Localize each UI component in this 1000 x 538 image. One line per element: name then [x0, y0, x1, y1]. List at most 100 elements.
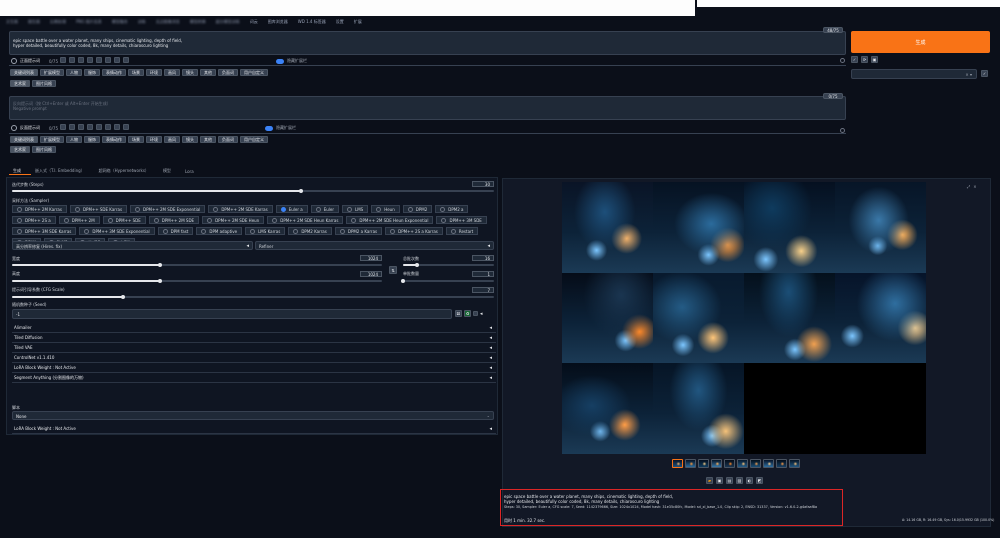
seed-input[interactable]: -1 — [12, 309, 452, 319]
sampler-option[interactable]: LMS Karras — [245, 227, 286, 235]
thumbnail[interactable] — [763, 459, 774, 468]
top-tab[interactable]: 设置 — [336, 19, 344, 25]
top-tab[interactable]: 模型融合 — [112, 19, 128, 25]
batch-count-slider[interactable] — [403, 263, 494, 267]
image-icon[interactable]: ▧ — [736, 477, 743, 484]
negative-category-tab[interactable]: 表情动作 — [102, 136, 126, 143]
close-icon[interactable]: × — [973, 184, 976, 189]
sampler-option[interactable]: DPM2 Karras — [288, 227, 332, 235]
height-slider[interactable] — [12, 279, 382, 283]
sampler-option[interactable]: Euler a — [275, 205, 308, 213]
swap-dimensions-icon[interactable]: ⇅ — [389, 266, 397, 274]
positive-category-tab[interactable]: 关键词列表 — [10, 69, 38, 76]
positive-category-tab[interactable]: 用户自定义 — [240, 69, 268, 76]
sampler-option[interactable]: DPM++ 2M SDE Karras — [208, 205, 273, 213]
top-tab[interactable]: 扩展 — [354, 19, 362, 25]
thumbnail[interactable] — [698, 459, 709, 468]
positive-subcategory-tab[interactable]: 图片风格 — [32, 80, 56, 87]
clear-icon[interactable]: × ▾ — [965, 72, 972, 77]
sampler-option[interactable]: DPM++ 2M SDE Heun Exponential — [346, 216, 434, 224]
sampler-option[interactable]: DPM++ SDE Karras — [69, 205, 128, 213]
generation-subtab[interactable]: 嵌入式（T.I. Embedding） — [35, 168, 85, 174]
settings-icon[interactable] — [105, 124, 111, 130]
positive-subcategory-tab[interactable]: 艺术家 — [10, 80, 30, 87]
prompt-textarea[interactable]: epic space battle over a water planet, m… — [9, 31, 846, 55]
sampler-option[interactable]: DPM++ 2S a Karras — [385, 227, 443, 235]
toggle-switch-icon[interactable] — [276, 58, 284, 64]
negative-category-tab[interactable]: 画风 — [164, 136, 180, 143]
thumbnail[interactable] — [672, 459, 683, 468]
top-tab[interactable]: PNG 图片信息 — [76, 19, 102, 25]
thumbnail[interactable] — [685, 459, 696, 468]
sampler-option[interactable]: DPM++ SDE — [102, 216, 146, 224]
top-tab[interactable]: 无边图像浏览 — [156, 19, 180, 25]
toggle-switch-icon[interactable] — [265, 125, 273, 131]
collapse-icon[interactable] — [11, 58, 17, 64]
extras-icon[interactable]: ◩ — [756, 477, 763, 484]
negative-category-tab[interactable]: 人物 — [66, 136, 82, 143]
apply-style-icon[interactable]: ✓ — [981, 70, 988, 77]
refresh-icon[interactable]: ⟳ — [861, 56, 868, 63]
positive-category-tab[interactable]: 其他 — [200, 69, 216, 76]
cfg-slider-knob[interactable] — [120, 295, 125, 299]
negative-category-tab[interactable]: 环境 — [146, 136, 162, 143]
triangle-left-icon[interactable]: ◂ — [480, 311, 483, 317]
refiner-accordion[interactable]: Refiner ◂ — [255, 241, 494, 250]
sampler-option[interactable]: DPM++ 2S a — [12, 216, 56, 224]
thumbnail[interactable] — [789, 459, 800, 468]
height-input[interactable]: 1024 — [360, 271, 382, 277]
extension-accordion[interactable]: Tiled Diffusion ◂ — [12, 333, 496, 343]
check-icon[interactable]: ✓ — [851, 56, 858, 63]
sampler-option[interactable]: DPM2 a Karras — [334, 227, 383, 235]
batch-size-slider-knob[interactable] — [401, 279, 405, 283]
lora-block-weight-accordion-2[interactable]: LoRA Block Weight : Not Active ◂ — [12, 424, 496, 434]
sampler-option[interactable]: Heun — [371, 205, 400, 213]
generated-image[interactable] — [653, 272, 744, 364]
thumbnail[interactable] — [776, 459, 787, 468]
negative-category-tab[interactable]: 扩展模型 — [40, 136, 64, 143]
recycle-icon[interactable]: ♻ — [464, 310, 471, 317]
batch-size-input[interactable]: 1 — [472, 271, 494, 277]
save-icon[interactable]: ▣ — [716, 477, 723, 484]
sampler-option[interactable]: DPM++ 2M SDE Heun — [202, 216, 265, 224]
sampler-option[interactable]: DPM2 a — [435, 205, 469, 213]
extension-accordion[interactable]: Segment Anything (分割图像的万物) ◂ — [12, 373, 496, 383]
palette-icon[interactable]: ◐ — [746, 477, 753, 484]
sampler-option[interactable]: DPM++ 2M SDE Heun Karras — [267, 216, 344, 224]
extension-accordion[interactable]: ControlNet v1.1.410 ◂ — [12, 353, 496, 363]
save-icon[interactable]: ▣ — [871, 56, 878, 63]
generate-button[interactable]: 生成 — [851, 31, 990, 53]
translate-icon[interactable] — [96, 124, 102, 130]
expand-icon[interactable]: ⤢ — [967, 184, 970, 189]
generated-image[interactable] — [653, 363, 744, 454]
batch-count-input[interactable]: 16 — [472, 255, 494, 261]
sampler-option[interactable]: DPM++ 3M SDE — [436, 216, 487, 224]
star-icon[interactable] — [123, 57, 129, 63]
positive-category-tab[interactable]: 扩展模型 — [40, 69, 64, 76]
top-tab[interactable]: 模型转换 — [190, 19, 206, 25]
sampler-option[interactable]: DPM++ 2M Karras — [12, 205, 67, 213]
steps-input[interactable]: 30 — [472, 181, 494, 187]
folder-icon[interactable]: ▰ — [706, 477, 713, 484]
height-slider-knob[interactable] — [158, 279, 162, 283]
thumbnail[interactable] — [737, 459, 748, 468]
generated-image[interactable] — [835, 182, 926, 273]
undo-icon[interactable] — [87, 124, 93, 130]
positive-ext-toggle[interactable]: 隐藏扩展栏 — [276, 58, 307, 64]
sampler-option[interactable]: DPM++ 2M — [58, 216, 100, 224]
generated-image[interactable] — [562, 182, 653, 273]
refresh-icon[interactable] — [114, 124, 120, 130]
cfg-input[interactable]: 7 — [472, 287, 494, 293]
generated-image[interactable] — [653, 182, 744, 273]
generation-subtab[interactable]: 超网络（Hypernetworks） — [99, 168, 149, 174]
generation-subtab[interactable]: 模型 — [163, 168, 171, 174]
generated-image[interactable] — [562, 363, 653, 454]
sampler-option[interactable]: DPM++ 3M SDE Exponential — [79, 227, 155, 235]
batch-count-slider-knob[interactable] — [414, 263, 419, 267]
positive-category-tab[interactable]: 镜头 — [182, 69, 198, 76]
negative-category-tab[interactable]: 关键词列表 — [10, 136, 38, 143]
extension-accordion[interactable]: Tiled VAE ◂ — [12, 343, 496, 353]
sampler-option[interactable]: DPM fast — [157, 227, 194, 235]
negative-category-tab[interactable]: 镜头 — [182, 136, 198, 143]
thumbnail[interactable] — [711, 459, 722, 468]
